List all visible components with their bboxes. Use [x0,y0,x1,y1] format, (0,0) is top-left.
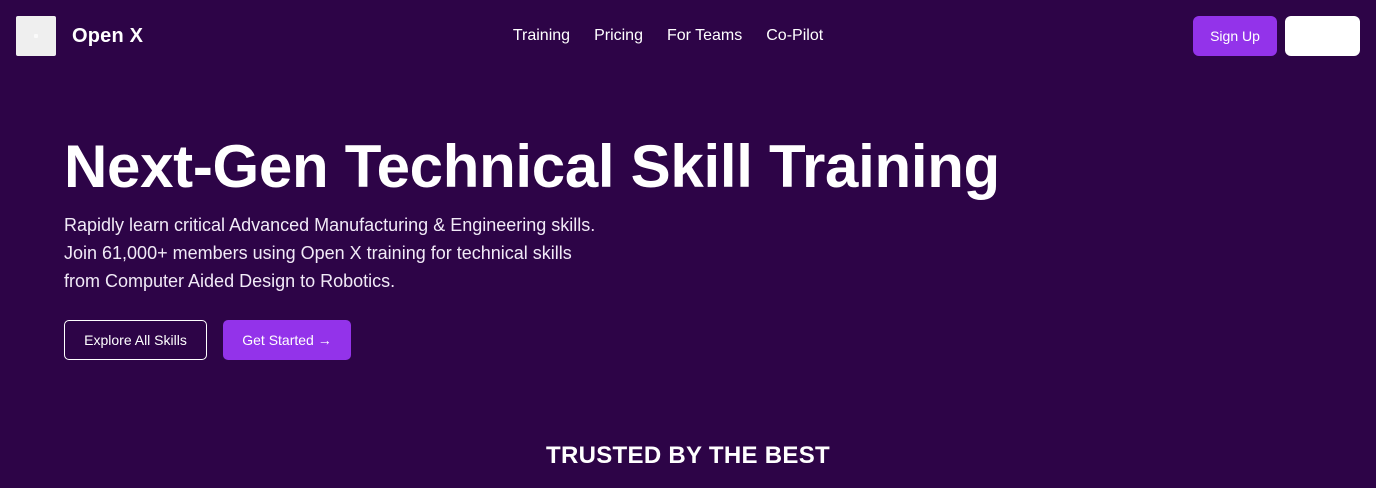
nav-pricing[interactable]: Pricing [594,26,643,46]
hero-subtitle-line: Join 61,000+ members using Open X traini… [64,243,572,263]
hero-title: Next-Gen Technical Skill Training [64,133,1000,200]
nav-for-teams[interactable]: For Teams [667,26,742,46]
nav-training[interactable]: Training [513,26,570,46]
site-header: Open X Training Pricing For Teams Co-Pil… [0,0,1376,72]
get-started-button[interactable]: Get Started → [223,320,351,360]
hero-subtitle: Rapidly learn critical Advanced Manufact… [64,211,595,295]
hero-subtitle-line: from Computer Aided Design to Robotics. [64,271,396,291]
main-nav: Training Pricing For Teams Co-Pilot [0,26,1336,46]
secondary-header-button[interactable] [1285,16,1360,56]
explore-all-skills-button[interactable]: Explore All Skills [64,320,207,360]
hero-subtitle-line: Rapidly learn critical Advanced Manufact… [64,215,596,235]
nav-co-pilot[interactable]: Co-Pilot [766,26,823,46]
trusted-heading: TRUSTED BY THE BEST [546,442,830,469]
sign-up-button[interactable]: Sign Up [1193,16,1277,56]
